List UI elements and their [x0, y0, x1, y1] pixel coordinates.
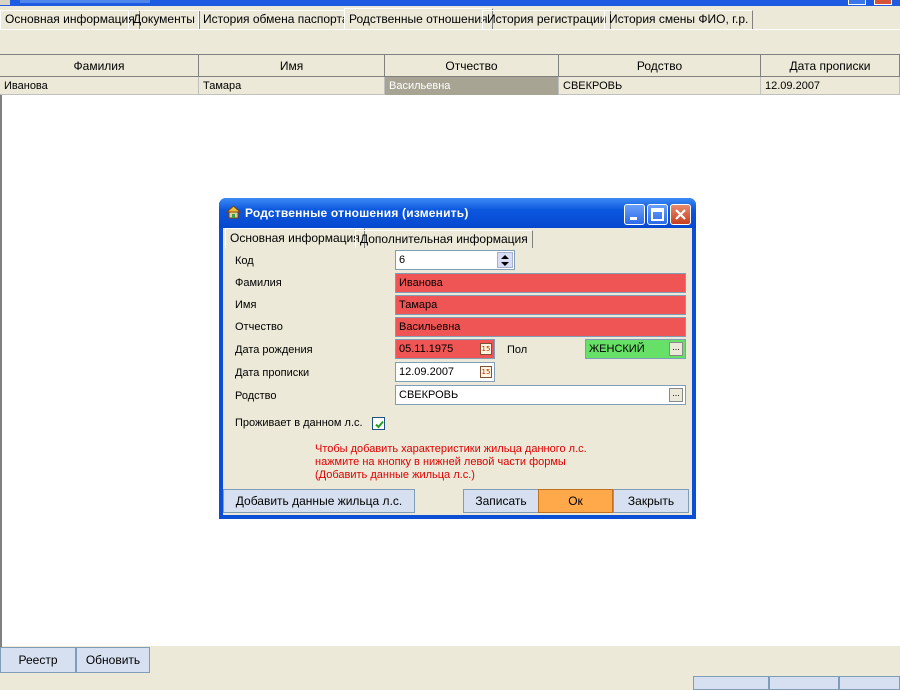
app-titlebar — [0, 0, 900, 6]
checkmark-icon — [375, 420, 384, 429]
gender-field[interactable]: ЖЕНСКИЙ ... — [585, 339, 686, 359]
spin-up-icon[interactable] — [501, 255, 509, 259]
code-field[interactable]: 6 — [395, 250, 515, 270]
ellipsis-icon[interactable]: ... — [669, 342, 683, 356]
ok-button[interactable]: Ок — [538, 489, 613, 513]
hint-line-1: Чтобы добавить характеристики жильца дан… — [315, 443, 587, 455]
table-row[interactable]: Иванова Тамара Васильевна СВЕКРОВЬ 12.09… — [0, 77, 900, 95]
birthdate-field[interactable]: 05.11.1975 15 — [395, 339, 495, 359]
column-header-lastname[interactable]: Фамилия — [0, 55, 199, 77]
minimize-icon — [630, 217, 637, 220]
regdate-label: Дата прописки — [235, 367, 310, 379]
column-header-firstname[interactable]: Имя — [199, 55, 385, 77]
regdate-value: 12.09.2007 — [399, 366, 455, 378]
firstname-field[interactable]: Тамара — [395, 295, 686, 315]
birthdate-value: 05.11.1975 — [399, 343, 454, 355]
registry-button[interactable]: Реестр — [0, 647, 76, 673]
hint-note: Чтобы добавить характеристики жильца дан… — [315, 443, 587, 482]
cell-regdate[interactable]: 12.09.2007 — [761, 77, 900, 95]
code-label: Код — [235, 255, 254, 267]
relatives-edit-dialog: Родственные отношения (изменить) Основна… — [219, 198, 696, 519]
close-icon — [675, 209, 686, 220]
add-resident-data-button[interactable]: Добавить данные жильца л.с. — [223, 489, 415, 513]
lastname-label: Фамилия — [235, 277, 282, 289]
column-header-regdate[interactable]: Дата прописки — [761, 55, 900, 77]
save-button[interactable]: Записать — [463, 489, 539, 513]
code-value: 6 — [399, 254, 406, 266]
minimize-button[interactable] — [848, 0, 866, 5]
tab-relatives[interactable]: Родственные отношения — [344, 8, 493, 30]
maximize-icon — [651, 208, 664, 221]
outer-close-button[interactable] — [839, 676, 900, 690]
dialog-maximize-button[interactable] — [647, 204, 668, 225]
patronymic-field[interactable]: Васильевна — [395, 317, 686, 337]
lives-here-label: Проживает в данном л.с. — [235, 417, 363, 429]
outer-save-button[interactable] — [693, 676, 769, 690]
regdate-field[interactable]: 12.09.2007 15 — [395, 362, 495, 382]
main-tabs: Основная информация Документы История об… — [0, 8, 900, 30]
hint-line-2: нажмите на кнопку в нижней левой части ф… — [315, 456, 566, 468]
patronymic-label: Отчество — [235, 321, 283, 333]
dialog-tab-main-info[interactable]: Основная информация — [225, 228, 365, 248]
outer-ok-button[interactable] — [769, 676, 839, 690]
house-icon — [226, 205, 241, 219]
refresh-button[interactable]: Обновить — [76, 647, 150, 673]
cell-lastname[interactable]: Иванова — [0, 77, 199, 95]
dialog-minimize-button[interactable] — [624, 204, 645, 225]
tab-documents[interactable]: Документы — [128, 10, 200, 29]
hint-line-3: (Добавить данные жильца л.с.) — [315, 469, 475, 481]
gender-value: ЖЕНСКИЙ — [589, 343, 645, 355]
calendar-icon[interactable]: 15 — [480, 343, 492, 355]
ellipsis-icon[interactable]: ... — [669, 388, 683, 402]
close-button[interactable] — [874, 0, 892, 5]
gender-label: Пол — [507, 344, 528, 356]
column-header-kinship[interactable]: Родство — [559, 55, 761, 77]
grid-header: Фамилия Имя Отчество Родство Дата пропис… — [0, 55, 900, 77]
tab-name-change-history[interactable]: История смены ФИО, г.р. — [604, 10, 754, 29]
code-spinner[interactable] — [497, 252, 513, 268]
birthdate-label: Дата рождения — [235, 344, 313, 356]
cell-firstname[interactable]: Тамара — [199, 77, 385, 95]
dialog-titlebar[interactable]: Родственные отношения (изменить) — [219, 198, 696, 228]
cell-kinship[interactable]: СВЕКРОВЬ — [559, 77, 761, 95]
kinship-value: СВЕКРОВЬ — [399, 389, 459, 401]
tab-passport-history[interactable]: История обмена паспорта — [198, 10, 354, 29]
column-header-patronymic[interactable]: Отчество — [385, 55, 559, 77]
lastname-field[interactable]: Иванова — [395, 273, 686, 293]
kinship-field[interactable]: СВЕКРОВЬ ... — [395, 385, 686, 405]
grid-left-border — [0, 95, 2, 647]
close-dialog-button[interactable]: Закрыть — [613, 489, 689, 513]
kinship-label: Родство — [235, 390, 277, 402]
firstname-label: Имя — [235, 299, 257, 311]
cell-patronymic[interactable]: Васильевна — [385, 77, 559, 95]
tab-divider — [0, 29, 900, 30]
dialog-tab-additional-info[interactable]: Дополнительная информация — [355, 230, 533, 248]
calendar-icon[interactable]: 15 — [480, 366, 492, 378]
app-icon — [0, 0, 10, 5]
dialog-body: Основная информация Дополнительная инфор… — [223, 228, 692, 515]
app-title-fragment — [20, 0, 150, 3]
lives-here-checkbox[interactable] — [372, 417, 385, 430]
dialog-title: Родственные отношения (изменить) — [245, 206, 469, 220]
tab-main-info[interactable]: Основная информация — [0, 10, 140, 29]
spin-down-icon[interactable] — [501, 262, 509, 266]
tab-registration-history[interactable]: История регистрации — [482, 10, 612, 29]
dialog-close-button[interactable] — [670, 204, 691, 225]
